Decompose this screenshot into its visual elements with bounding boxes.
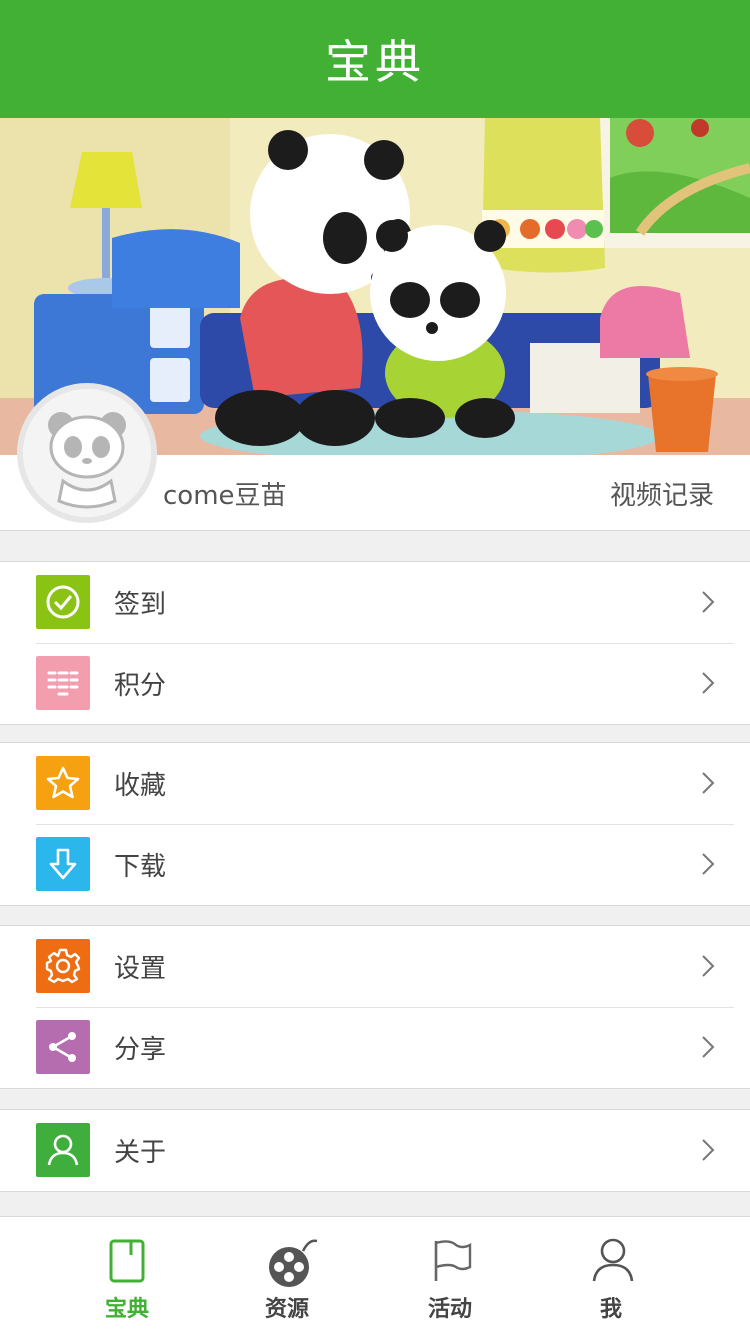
chevron-right-icon <box>702 672 715 694</box>
menu-item-label: 设置 <box>114 954 167 984</box>
video-record-link[interactable]: 视频记录 <box>610 475 714 512</box>
download-icon <box>36 837 90 891</box>
chevron-right-icon <box>702 772 715 794</box>
page-title: 宝典 <box>325 35 425 89</box>
user-icon <box>592 1238 634 1282</box>
menu-item-label: 分享 <box>114 1035 167 1065</box>
flag-icon <box>434 1240 472 1281</box>
menu-item-about[interactable]: 关于 <box>0 1110 750 1191</box>
menu-item-favorites[interactable]: 收藏 <box>0 743 750 824</box>
tab-activities[interactable]: 活动 <box>385 1217 515 1334</box>
tab-label: 宝典 <box>104 1297 149 1322</box>
tab-baodian[interactable]: 宝典 <box>62 1217 192 1334</box>
menu-item-downloads[interactable]: 下载 <box>0 824 750 905</box>
star-icon <box>36 756 90 810</box>
tab-label: 活动 <box>427 1297 472 1322</box>
menu-item-label: 积分 <box>114 671 167 701</box>
book-icon <box>109 1239 145 1283</box>
chevron-right-icon <box>702 1036 715 1058</box>
chevron-right-icon <box>702 1139 715 1161</box>
avatar[interactable] <box>17 383 157 523</box>
menu-group: 设置 分享 <box>0 925 750 1089</box>
tab-label: 我 <box>599 1297 622 1322</box>
gear-icon <box>36 939 90 993</box>
check-circle-icon <box>36 575 90 629</box>
menu-item-checkin[interactable]: 签到 <box>0 562 750 643</box>
chevron-right-icon <box>702 591 715 613</box>
menu-item-label: 下载 <box>114 852 167 882</box>
tab-resources[interactable]: 资源 <box>222 1217 352 1334</box>
chevron-right-icon <box>702 853 715 875</box>
person-icon <box>36 1123 90 1177</box>
panda-avatar-icon <box>23 389 151 517</box>
chevron-right-icon <box>702 955 715 977</box>
menu-item-settings[interactable]: 设置 <box>0 926 750 1007</box>
menu-group: 关于 <box>0 1109 750 1192</box>
tab-me[interactable]: 我 <box>546 1217 676 1334</box>
menu-item-label: 关于 <box>114 1138 167 1168</box>
menu-group: 收藏 下载 <box>0 742 750 906</box>
user-name: come豆苗 <box>163 481 287 511</box>
tab-label: 资源 <box>264 1297 309 1322</box>
share-icon <box>36 1020 90 1074</box>
points-icon <box>36 656 90 710</box>
menu-item-label: 签到 <box>114 590 167 620</box>
menu-item-share[interactable]: 分享 <box>0 1007 750 1088</box>
bottom-tab-bar: 宝典 资源 活动 我 <box>0 1216 750 1334</box>
top-bar: 宝典 <box>0 0 750 118</box>
menu-item-label: 收藏 <box>114 771 167 801</box>
menu-item-points[interactable]: 积分 <box>0 643 750 724</box>
film-reel-icon <box>269 1239 318 1287</box>
menu-group: 签到 积分 <box>0 561 750 725</box>
